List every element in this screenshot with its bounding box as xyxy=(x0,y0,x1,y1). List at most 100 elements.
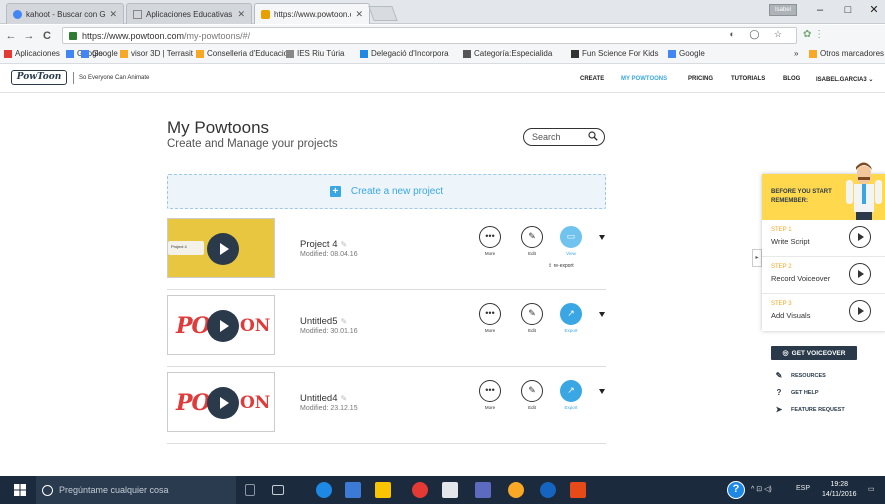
app-icon[interactable] xyxy=(570,482,586,498)
step-item[interactable]: STEP 2 Record Voiceover xyxy=(762,257,885,294)
get-help-link[interactable]: ? GET HELP xyxy=(773,388,819,397)
play-icon[interactable] xyxy=(849,263,871,285)
mail-icon[interactable] xyxy=(442,482,458,498)
new-tab-button[interactable] xyxy=(368,6,398,21)
create-new-project-button[interactable]: + Create a new project xyxy=(167,174,606,209)
paint-icon[interactable] xyxy=(508,482,524,498)
nav-user-menu[interactable]: ISABEL.GARCIA3 ⌄ xyxy=(816,76,873,83)
close-icon[interactable]: ✕ xyxy=(109,9,117,20)
nav-create[interactable]: CREATE xyxy=(580,76,604,82)
step-item[interactable]: STEP 3 Add Visuals xyxy=(762,294,885,331)
bookmark-icon xyxy=(286,49,294,58)
play-icon[interactable] xyxy=(207,233,239,265)
app-icon[interactable] xyxy=(540,482,556,498)
play-icon[interactable] xyxy=(849,300,871,322)
export-label: Export xyxy=(564,405,578,410)
cortana-search-input[interactable]: Pregúntame cualquier cosa xyxy=(36,476,236,504)
rename-pencil-icon[interactable]: ✎ xyxy=(341,317,348,326)
bookmark-label: Fun Science For Kids xyxy=(582,49,659,58)
bookmark-item[interactable]: Otros marcadores xyxy=(809,49,884,58)
language-indicator[interactable]: ESP xyxy=(796,485,810,492)
chevron-down-icon[interactable] xyxy=(599,235,605,240)
bookmark-item[interactable]: » xyxy=(794,49,798,58)
reexport-link[interactable]: ⇪ re-export xyxy=(548,263,574,269)
windows-start-icon[interactable] xyxy=(14,484,26,496)
collapse-panel-button[interactable]: ▸ xyxy=(752,249,762,267)
forward-button[interactable]: → xyxy=(22,30,36,42)
reload-button[interactable]: C xyxy=(40,30,54,42)
thumbnail-logo-text: PO xyxy=(176,390,211,416)
cortana-icon xyxy=(42,484,53,496)
edge-browser-icon[interactable] xyxy=(316,482,332,498)
powtoon-logo[interactable]: PowToon xyxy=(11,70,67,85)
project-name[interactable]: Untitled5 ✎ xyxy=(300,316,347,327)
browser-profile-badge[interactable]: Isabel xyxy=(769,4,797,16)
back-button[interactable]: ← xyxy=(4,30,18,42)
nav-blog[interactable]: BLOG xyxy=(783,76,800,82)
edit-button[interactable]: ✎ xyxy=(521,303,543,325)
project-name[interactable]: Project 4 ✎ xyxy=(300,239,347,250)
bookmark-item[interactable]: Google xyxy=(668,49,705,58)
edit-button[interactable]: ✎ xyxy=(521,226,543,248)
microphone-icon[interactable] xyxy=(245,484,255,496)
bookmark-item[interactable]: Fun Science For Kids xyxy=(571,49,658,58)
browser-tab-kahoot[interactable]: kahoot - Buscar con Goo ✕ xyxy=(6,3,124,24)
bookmark-item[interactable]: Delegació d'Incorpora xyxy=(360,49,449,58)
bookmark-item[interactable]: Categoría:Especialida xyxy=(463,49,552,58)
close-icon[interactable]: ✕ xyxy=(237,9,245,20)
edit-button[interactable]: ✎ xyxy=(521,380,543,402)
rename-pencil-icon[interactable]: ✎ xyxy=(341,394,348,403)
get-voiceover-button[interactable]: ◎ GET VOICEOVER xyxy=(771,346,857,360)
export-button[interactable]: ↗ xyxy=(560,303,582,325)
minimize-button[interactable]: – xyxy=(806,0,834,22)
bookmark-item[interactable]: IES Riu Túria xyxy=(286,49,344,58)
project-thumbnail[interactable]: PO ON xyxy=(167,372,275,432)
more-button[interactable]: ••• xyxy=(479,380,501,402)
omnibox-icons[interactable]: ◐ ◯ ☆ xyxy=(729,29,788,40)
maximize-button[interactable]: □ xyxy=(834,0,862,22)
file-explorer-icon[interactable] xyxy=(345,482,361,498)
project-thumbnail[interactable]: Project 4 xyxy=(167,218,275,278)
export-button[interactable]: ↗ xyxy=(560,380,582,402)
project-title: Project 4 xyxy=(300,239,338,250)
store-icon[interactable] xyxy=(375,482,391,498)
step-number: STEP 2 xyxy=(771,264,792,270)
rename-pencil-icon[interactable]: ✎ xyxy=(341,240,348,249)
play-icon[interactable] xyxy=(849,226,871,248)
plus-icon: + xyxy=(329,186,341,197)
project-thumbnail[interactable]: PO ON xyxy=(167,295,275,355)
nav-my-powtoons[interactable]: MY POWTOONS xyxy=(621,76,667,82)
bookmark-item[interactable]: Conselleria d'Educacio xyxy=(196,49,288,58)
url-input[interactable]: https://www.powtoon.com/my-powtoons/#/ ◐… xyxy=(62,27,797,44)
browser-tab-powtoon[interactable]: https://www.powtoon.co ✕ xyxy=(254,3,370,24)
app-icon[interactable] xyxy=(475,482,491,498)
bookmark-item[interactable]: Google xyxy=(81,49,118,58)
more-button[interactable]: ••• xyxy=(479,226,501,248)
bookmark-item[interactable]: Aplicaciones xyxy=(4,49,60,58)
nav-tutorials[interactable]: TUTORIALS xyxy=(731,76,765,82)
extension-icons[interactable]: ✿ ⋮ xyxy=(803,29,824,40)
clock[interactable]: 19:28 14/11/2016 xyxy=(822,480,857,500)
project-name[interactable]: Untitled4 ✎ xyxy=(300,393,347,404)
close-window-button[interactable]: ✕ xyxy=(860,0,885,22)
task-view-icon[interactable] xyxy=(272,485,284,495)
play-icon[interactable] xyxy=(207,387,239,419)
chevron-down-icon[interactable] xyxy=(599,389,605,394)
help-icon[interactable]: ? xyxy=(727,481,745,499)
nav-pricing[interactable]: PRICING xyxy=(688,76,713,82)
more-button[interactable]: ••• xyxy=(479,303,501,325)
chevron-down-icon[interactable] xyxy=(599,312,605,317)
step-item[interactable]: STEP 1 Write Script xyxy=(762,220,885,257)
feature-request-link[interactable]: ➤ FEATURE REQUEST xyxy=(773,405,845,414)
search-input[interactable]: Search xyxy=(523,128,605,146)
thumbnail-text: Project 4 xyxy=(171,244,187,249)
close-icon[interactable]: ✕ xyxy=(355,9,363,20)
chrome-icon[interactable] xyxy=(412,482,428,498)
view-button[interactable]: ▭ xyxy=(560,226,582,248)
play-icon[interactable] xyxy=(207,310,239,342)
resources-link[interactable]: ✎ RESOURCES xyxy=(773,371,826,380)
notifications-icon[interactable]: ▭ xyxy=(868,485,875,493)
browser-tab-aplicaciones[interactable]: Aplicaciones Educativas ✕ xyxy=(126,3,252,24)
bookmark-item[interactable]: visor 3D | Terrasit xyxy=(120,49,193,58)
tray-icons[interactable]: ^ ⊡ ◁) xyxy=(751,485,772,493)
